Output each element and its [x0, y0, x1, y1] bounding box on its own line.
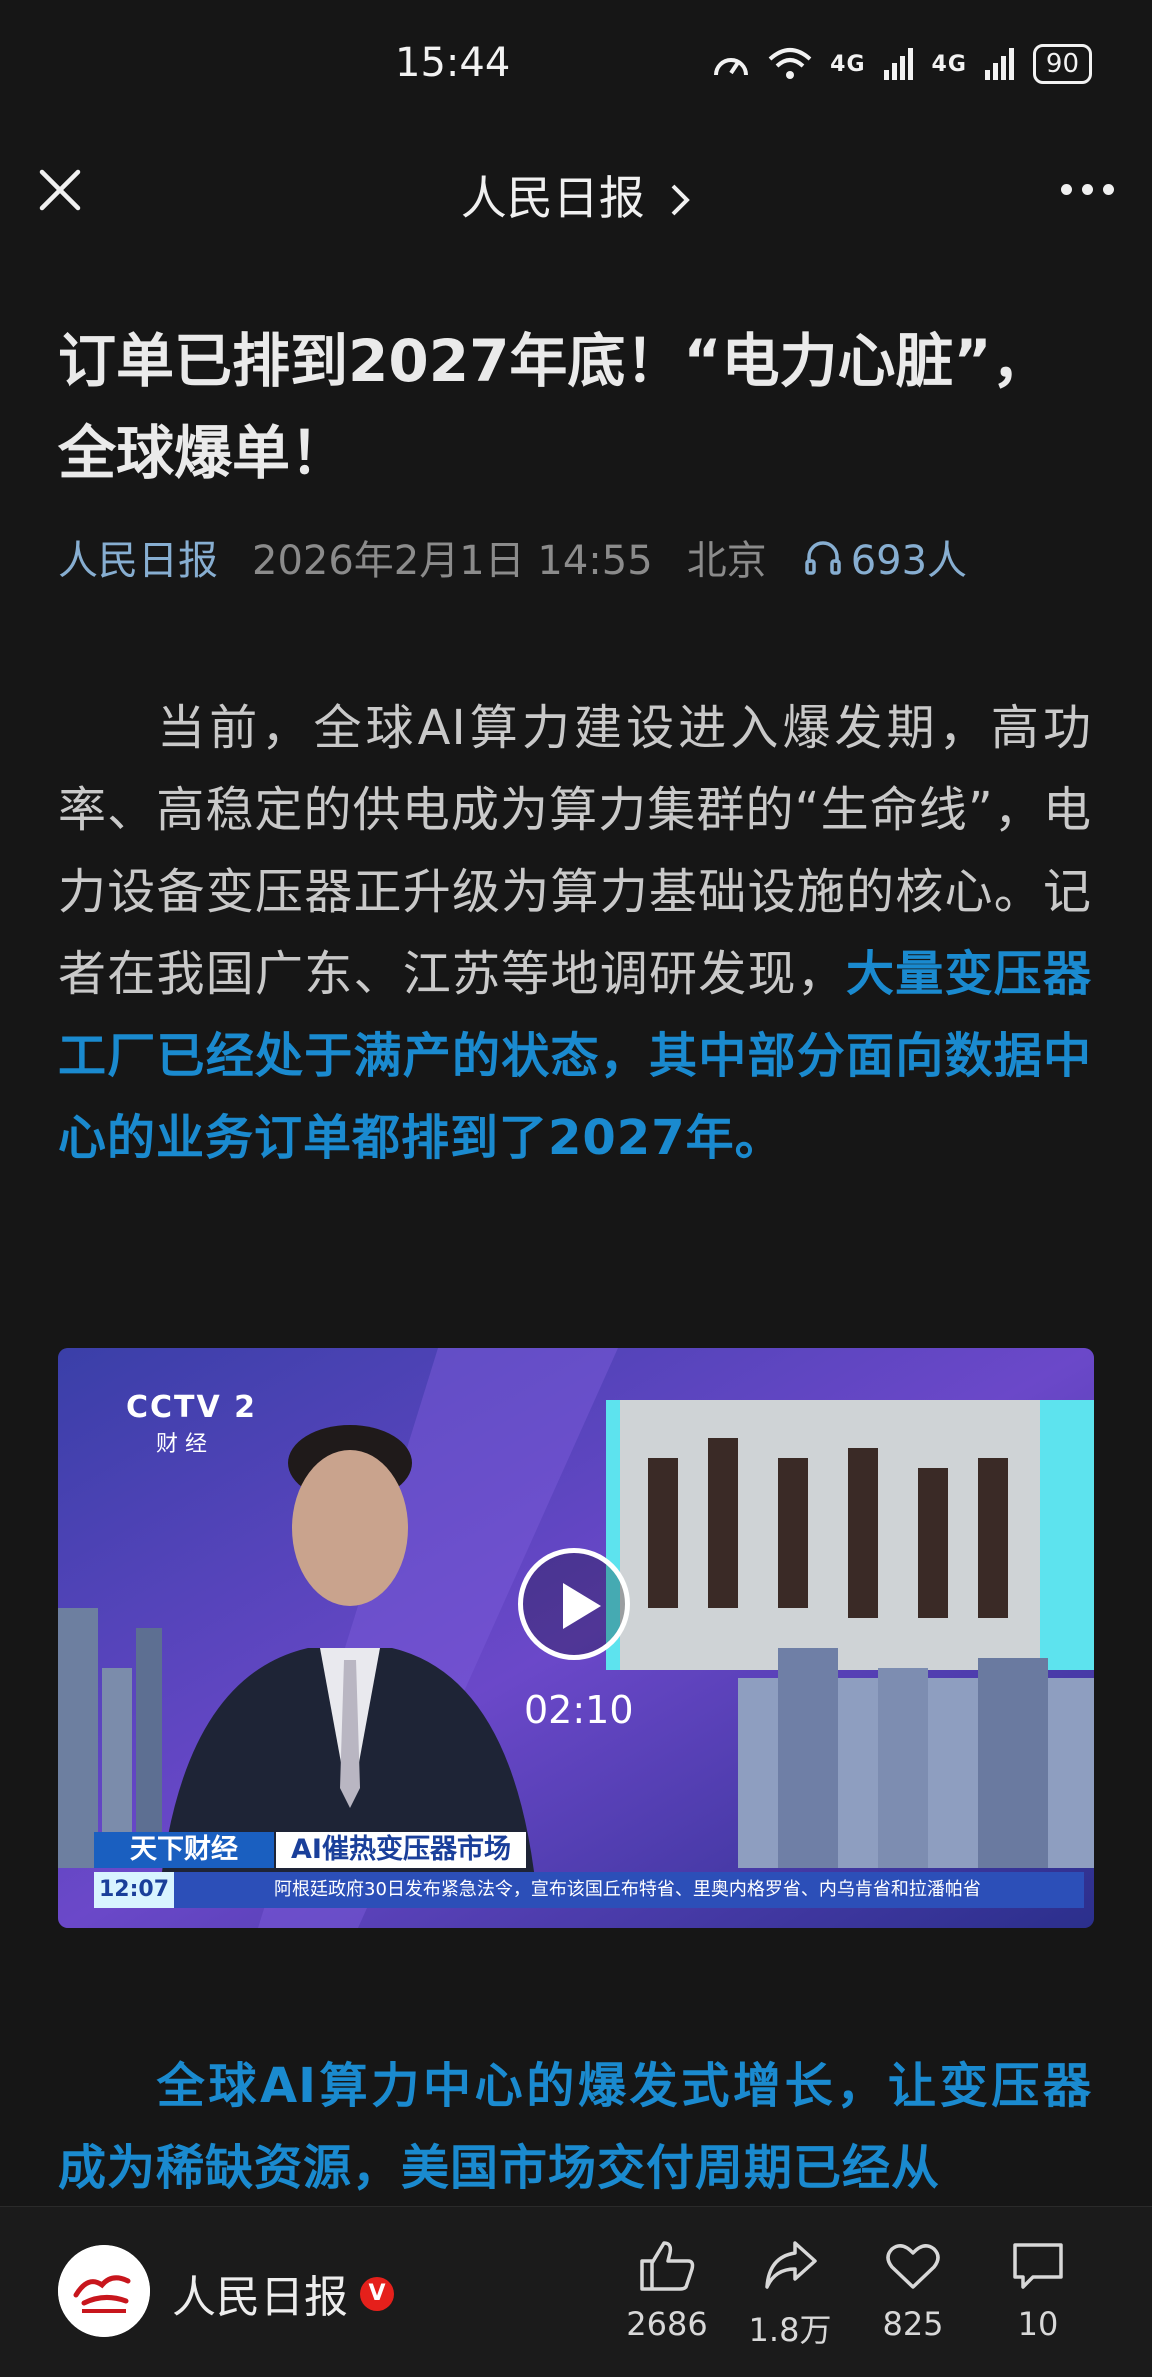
- headline-label: AI催热变压器市场: [276, 1832, 526, 1868]
- peoples-daily-logo: [58, 2245, 150, 2337]
- article-paragraph: 当前，全球AI算力建设进入爆发期，高功率、高稳定的供电成为算力集群的“生命线”，…: [58, 687, 1092, 1179]
- listen-button[interactable]: 693人: [803, 528, 967, 586]
- like-count: 2686: [626, 2305, 708, 2343]
- share-button[interactable]: 1.8万: [735, 2239, 845, 2351]
- comment-icon: [1013, 2243, 1063, 2289]
- favorite-count: 825: [882, 2305, 944, 2343]
- article-paragraph: 全球AI算力中心的爆发式增长，让变压器成为稀缺资源，美国市场交付周期已经从: [58, 2045, 1092, 2209]
- listener-count: 693人: [850, 538, 968, 584]
- verified-icon: V: [360, 2277, 394, 2311]
- article-meta: 人民日报 2026年2月1日 14:55 北京 693人: [58, 528, 967, 586]
- ticker-time: 12:07: [94, 1872, 174, 1908]
- headphones-icon: [804, 541, 841, 575]
- article-title: 订单已排到2027年底！“电力心脏”，全球爆单！: [58, 327, 1050, 487]
- signal-icon: [984, 48, 1014, 80]
- nav-title: 人民日报: [460, 171, 645, 225]
- comment-button[interactable]: 10: [983, 2239, 1093, 2343]
- article-location: 北京: [686, 538, 767, 584]
- battery-icon: 90: [1032, 44, 1092, 84]
- network-label-1: 4G: [830, 51, 866, 77]
- ticker-text: 阿根廷政府30日发布紧急法令，宣布该国丘布特省、里奥内格罗省、内乌肯省和拉潘帕省: [274, 1879, 981, 1900]
- account-name[interactable]: 人民日报: [172, 2261, 348, 2325]
- favorite-button[interactable]: 825: [858, 2239, 968, 2343]
- news-ticker: 12:07 阿根廷政府30日发布紧急法令，宣布该国丘布特省、里奥内格罗省、内乌肯…: [94, 1872, 1084, 1908]
- speed-icon: [714, 58, 749, 76]
- play-icon[interactable]: [518, 1548, 630, 1660]
- wifi-icon: [768, 48, 812, 79]
- comment-count: 10: [1017, 2305, 1059, 2343]
- video-duration: 02:10: [524, 1688, 634, 1732]
- heart-icon: [886, 2244, 940, 2289]
- nav-account-link[interactable]: 人民日报: [0, 162, 1152, 228]
- more-icon[interactable]: [1061, 184, 1114, 195]
- status-icons: 4G 4G 90: [712, 44, 1092, 84]
- program-label: 天下财经: [94, 1832, 274, 1868]
- network-label-2: 4G: [931, 51, 967, 77]
- article-source[interactable]: 人民日报: [58, 528, 218, 586]
- top-nav: 人民日报: [0, 140, 1152, 240]
- status-bar: 15:44 4G 4G 90: [0, 0, 1152, 130]
- status-time: 15:44: [395, 40, 511, 86]
- like-button[interactable]: 2686: [612, 2239, 722, 2343]
- video-player[interactable]: CCTV 2 财 经 02:10 天下财经 AI催热变压器市场 12:07 阿根…: [58, 1348, 1094, 1928]
- highlight-text: 全球AI算力中心的爆发式增长，让变压器成为稀缺资源，美国市场交付周期已经从: [58, 2058, 1092, 2196]
- channel-label: 财 经: [156, 1432, 207, 1457]
- article-date: 2026年2月1日 14:55: [252, 538, 653, 584]
- share-count: 1.8万: [748, 2311, 832, 2349]
- cctv-logo: CCTV 2: [126, 1390, 258, 1425]
- bottom-bar: 人民日报 V 2686 1.8万 825 10: [0, 2206, 1152, 2377]
- signal-icon: [883, 48, 913, 80]
- chevron-right-icon: [671, 184, 691, 216]
- share-icon: [765, 2241, 817, 2289]
- thumbs-up-icon: [640, 2241, 695, 2291]
- avatar[interactable]: [58, 2245, 150, 2337]
